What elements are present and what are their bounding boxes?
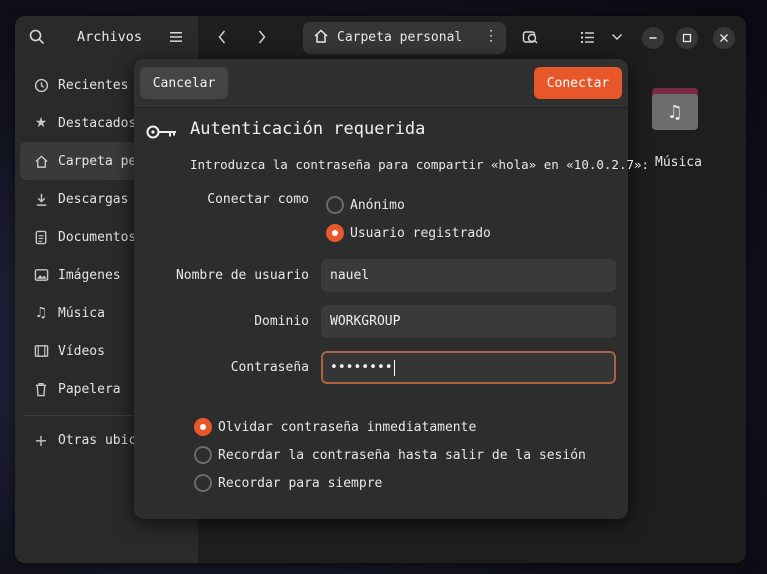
text-caret bbox=[393, 359, 395, 376]
maximize-button[interactable] bbox=[676, 27, 698, 49]
forward-icon[interactable] bbox=[249, 24, 275, 50]
key-icon bbox=[146, 123, 178, 145]
image-icon bbox=[32, 268, 50, 282]
radio-remember-session[interactable]: Recordar la contraseña hasta salir de la… bbox=[194, 446, 586, 464]
sidebar-item-label: Papelera bbox=[58, 381, 121, 397]
radio-remember-forever[interactable]: Recordar para siempre bbox=[194, 474, 382, 492]
username-field[interactable]: nauel bbox=[321, 259, 616, 292]
app-title: Archivos bbox=[77, 29, 143, 45]
password-field[interactable]: •••••••• bbox=[321, 351, 616, 384]
hamburger-menu-icon[interactable] bbox=[163, 24, 189, 50]
radio-label: Recordar la contraseña hasta salir de la… bbox=[218, 447, 586, 463]
radio-forget-password[interactable]: Olvidar contraseña inmediatamente bbox=[194, 418, 476, 436]
music-folder-icon[interactable]: ♫ bbox=[652, 88, 700, 132]
password-value: •••••••• bbox=[330, 360, 393, 375]
radio-indicator bbox=[194, 474, 212, 492]
plus-icon: + bbox=[34, 430, 48, 450]
username-value: nauel bbox=[330, 268, 370, 283]
radio-indicator bbox=[194, 446, 212, 464]
home-icon bbox=[32, 154, 50, 169]
trash-icon bbox=[32, 382, 50, 397]
radio-label: Olvidar contraseña inmediatamente bbox=[218, 419, 477, 435]
radio-indicator bbox=[194, 418, 212, 436]
sidebar-item-label: Música bbox=[58, 305, 105, 321]
search-files-icon[interactable] bbox=[517, 24, 543, 50]
star-icon: ★ bbox=[34, 115, 48, 131]
back-icon[interactable] bbox=[209, 24, 235, 50]
path-location: Carpeta personal bbox=[337, 30, 463, 45]
password-label: Contraseña bbox=[230, 360, 309, 375]
domain-field[interactable]: WORKGROUP bbox=[321, 305, 616, 338]
path-bar[interactable]: Carpeta personal ⋮ bbox=[303, 22, 506, 54]
sidebar-item-label: Destacados bbox=[58, 115, 137, 131]
radio-registered-user[interactable]: Usuario registrado bbox=[326, 224, 491, 242]
username-label: Nombre de usuario bbox=[175, 268, 309, 283]
cancel-button[interactable]: Cancelar bbox=[140, 67, 228, 99]
search-icon[interactable] bbox=[24, 24, 50, 50]
dialog-header: Cancelar Conectar bbox=[134, 59, 628, 108]
sidebar-item-label: Recientes bbox=[58, 77, 129, 93]
sidebar-item-label: Imágenes bbox=[58, 267, 121, 283]
clock-icon bbox=[32, 78, 50, 93]
sidebar-item-label: Descargas bbox=[58, 191, 129, 207]
connect-as-label: Conectar como bbox=[207, 192, 309, 207]
domain-label: Dominio bbox=[254, 314, 309, 329]
music-icon: ♫ bbox=[34, 305, 48, 321]
connect-button[interactable]: Conectar bbox=[534, 67, 622, 99]
more-options-icon[interactable]: ⋮ bbox=[484, 28, 498, 44]
sidebar-item-label: Vídeos bbox=[58, 343, 105, 359]
radio-label: Usuario registrado bbox=[350, 225, 491, 241]
chevron-down-icon[interactable] bbox=[604, 24, 630, 50]
radio-indicator bbox=[326, 224, 344, 242]
file-label: Música bbox=[655, 155, 702, 170]
download-icon bbox=[32, 192, 50, 207]
domain-value: WORKGROUP bbox=[330, 314, 401, 329]
minimize-button[interactable] bbox=[642, 27, 664, 49]
dialog-message: Introduzca la contraseña para compartir … bbox=[190, 157, 650, 172]
radio-label: Anónimo bbox=[350, 197, 405, 213]
radio-indicator bbox=[326, 196, 344, 214]
dialog-title: Autenticación requerida bbox=[190, 119, 426, 139]
video-icon bbox=[32, 344, 50, 358]
document-icon bbox=[32, 230, 50, 245]
sidebar-item-label: Documentos bbox=[58, 229, 137, 245]
home-icon bbox=[313, 28, 329, 48]
radio-anonymous[interactable]: Anónimo bbox=[326, 196, 405, 214]
authentication-dialog: Cancelar Conectar Autenticación requerid… bbox=[134, 59, 649, 519]
radio-label: Recordar para siempre bbox=[218, 475, 383, 491]
close-button[interactable] bbox=[713, 27, 735, 49]
view-list-icon[interactable] bbox=[574, 24, 600, 50]
